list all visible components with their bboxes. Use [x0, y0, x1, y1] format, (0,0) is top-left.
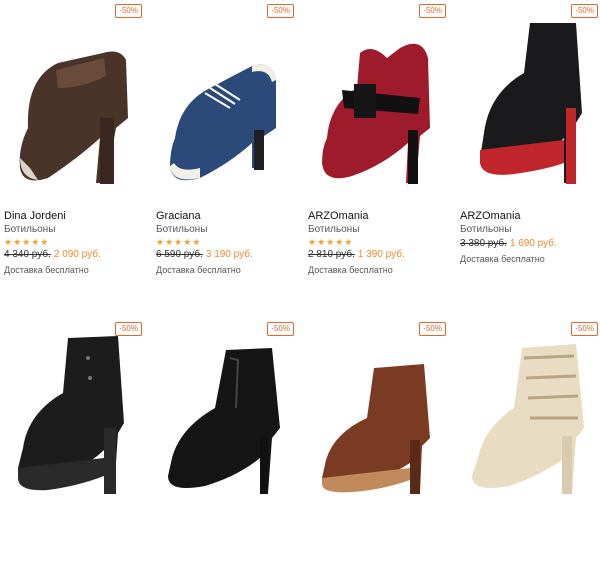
- product-card[interactable]: -50% Dina Jordeni Ботильоны ★★★★★ 4 340 …: [0, 0, 150, 275]
- old-price: 2 810 руб.: [308, 249, 355, 260]
- lace-up-boot-black-icon[interactable]: [8, 328, 140, 496]
- product-type: Ботильоны: [460, 224, 512, 235]
- price-row: 2 810 руб. 1 390 руб.: [308, 248, 454, 262]
- discount-badge: -50%: [267, 4, 294, 18]
- price-row: 6 590 руб. 3 190 руб.: [156, 248, 302, 262]
- product-info: Graciana Ботильоны ★★★★★ 6 590 руб. 3 190…: [156, 210, 302, 277]
- shipping-note: Доставка бесплатно: [460, 254, 545, 264]
- rating-stars-icon: ★★★★★: [156, 237, 202, 247]
- price-row: 4 340 руб. 2 090 руб.: [4, 248, 150, 262]
- product-card[interactable]: -50%: [152, 318, 302, 568]
- oxford-bootie-blue-icon[interactable]: [160, 18, 292, 186]
- ankle-boot-cognac-icon[interactable]: [312, 328, 444, 496]
- product-type: Ботильоны: [308, 224, 360, 235]
- product-card[interactable]: -50%: [0, 318, 150, 568]
- product-brand[interactable]: Dina Jordeni: [4, 210, 150, 223]
- product-brand[interactable]: ARZOmania: [308, 210, 454, 223]
- sale-price: 1 690 руб.: [509, 238, 557, 249]
- discount-badge: -50%: [419, 4, 446, 18]
- product-brand[interactable]: Graciana: [156, 210, 302, 223]
- product-type: Ботильоны: [156, 224, 208, 235]
- rating-stars-icon: ★★★★★: [4, 237, 50, 247]
- discount-badge: -50%: [115, 4, 142, 18]
- bootie-brown-suede-icon[interactable]: [8, 18, 140, 186]
- old-price: 3 380 руб.: [460, 238, 507, 249]
- product-type: Ботильоны: [4, 224, 56, 235]
- ankle-boot-black-red-platform-icon[interactable]: [464, 18, 596, 186]
- product-brand[interactable]: ARZOmania: [460, 210, 600, 223]
- ankle-boot-black-leather-icon[interactable]: [160, 328, 292, 496]
- product-card[interactable]: -50%: [456, 318, 600, 568]
- product-info: ARZOmania Ботильоны ★★★★★ 2 810 руб. 1 39…: [308, 210, 454, 277]
- sale-price: 2 090 руб.: [53, 249, 101, 260]
- sale-price: 3 190 руб.: [205, 249, 253, 260]
- old-price: 4 340 руб.: [4, 249, 51, 260]
- product-grid: -50% Dina Jordeni Ботильоны ★★★★★ 4 340 …: [0, 0, 600, 509]
- old-price: 6 590 руб.: [156, 249, 203, 260]
- price-row: 3 380 руб. 1 690 руб.: [460, 237, 600, 251]
- shipping-note: Доставка бесплатно: [4, 265, 89, 275]
- product-card[interactable]: -50%: [304, 318, 454, 568]
- discount-badge: -50%: [571, 4, 598, 18]
- product-card[interactable]: -50% Graciana Ботильоны ★★★★★ 6 590 руб.…: [152, 0, 302, 275]
- shipping-note: Доставка бесплатно: [156, 265, 241, 275]
- bootie-red-patent-icon[interactable]: [312, 18, 444, 186]
- product-card[interactable]: -50% ARZOmania Ботильоны 3 380 руб. 1 690…: [456, 0, 600, 264]
- product-info: ARZOmania Ботильоны 3 380 руб. 1 690 руб.…: [460, 210, 600, 266]
- product-card[interactable]: -50% ARZOmania Ботильоны ★★★★★ 2 810 руб…: [304, 0, 454, 275]
- sale-price: 1 390 руб.: [357, 249, 405, 260]
- cutout-bootie-beige-icon[interactable]: [464, 328, 596, 496]
- shipping-note: Доставка бесплатно: [308, 265, 393, 275]
- rating-stars-icon: ★★★★★: [308, 237, 354, 247]
- product-info: Dina Jordeni Ботильоны ★★★★★ 4 340 руб. 2…: [4, 210, 150, 277]
